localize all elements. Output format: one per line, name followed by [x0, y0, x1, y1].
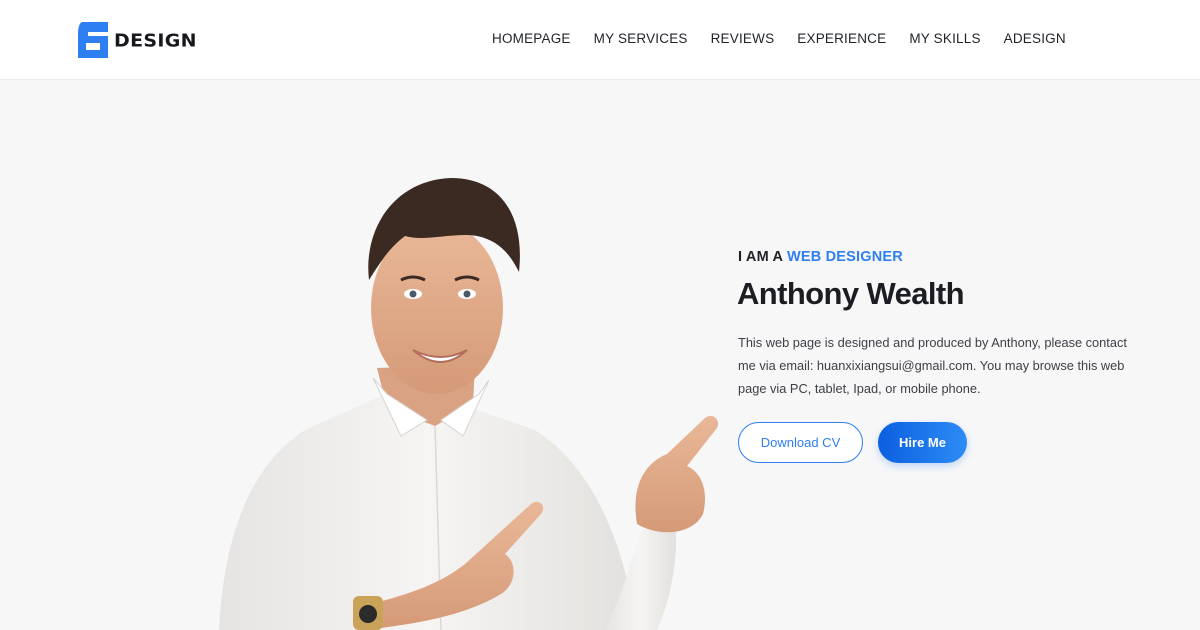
- hire-me-button[interactable]: Hire Me: [878, 422, 967, 463]
- hero-eyebrow: I AM A WEB DESIGNER: [738, 249, 903, 265]
- brand-logo[interactable]: DESIGN: [74, 20, 197, 60]
- eyebrow-prefix: I AM A: [738, 249, 783, 265]
- hero-portrait-image: [219, 178, 719, 630]
- nav-item-experience[interactable]: EXPERIENCE: [797, 31, 886, 46]
- nav-item-adesign[interactable]: ADESIGN: [1004, 31, 1066, 46]
- site-header: DESIGN HOMEPAGE MY SERVICES REVIEWS EXPE…: [0, 0, 1200, 80]
- nav-item-reviews[interactable]: REVIEWS: [711, 31, 775, 46]
- logo-mark-icon: [78, 22, 108, 58]
- main-nav: HOMEPAGE MY SERVICES REVIEWS EXPERIENCE …: [492, 31, 1066, 46]
- brand-name: DESIGN: [114, 30, 197, 52]
- nav-item-my-services[interactable]: MY SERVICES: [594, 31, 688, 46]
- hero-name: Anthony Wealth: [737, 276, 965, 311]
- nav-item-my-skills[interactable]: MY SKILLS: [909, 31, 980, 46]
- nav-item-homepage[interactable]: HOMEPAGE: [492, 31, 571, 46]
- download-cv-button[interactable]: Download CV: [738, 422, 863, 463]
- hero-bio: This web page is designed and produced b…: [738, 335, 1127, 396]
- eyebrow-role: WEB DESIGNER: [786, 249, 903, 265]
